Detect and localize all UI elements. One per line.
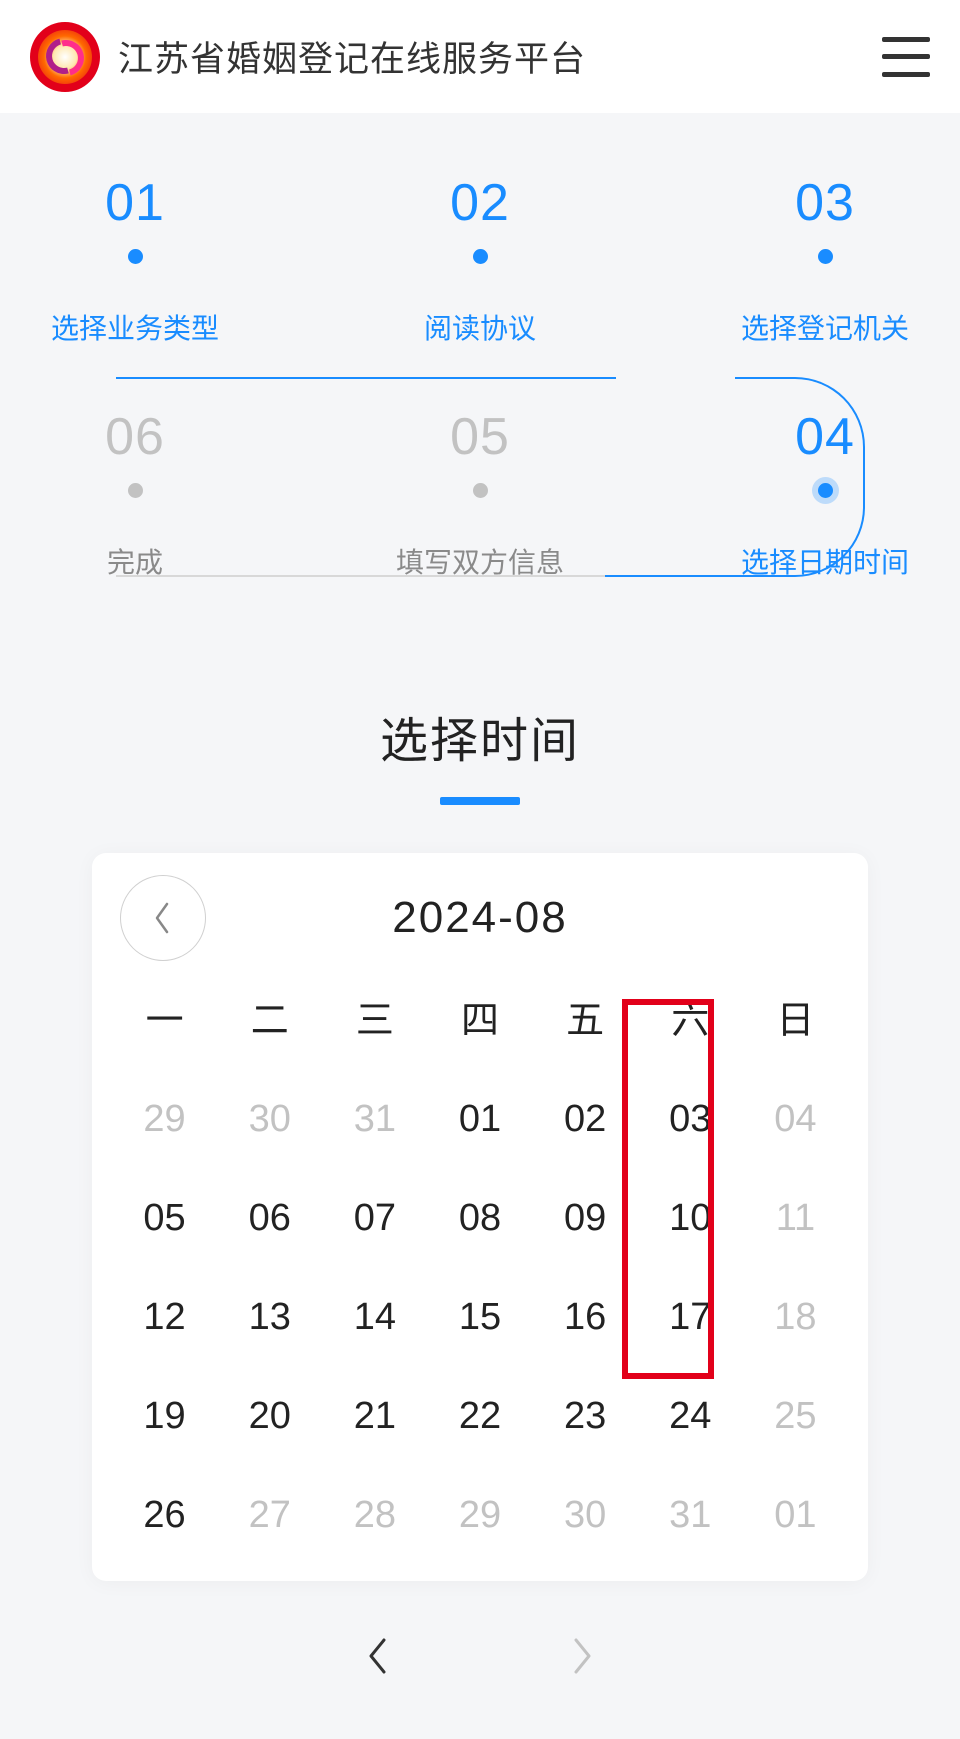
calendar-weekday-header: 日 (743, 977, 848, 1056)
calendar-day[interactable]: 26 (112, 1480, 217, 1551)
calendar-day[interactable]: 13 (217, 1282, 322, 1353)
calendar-day[interactable]: 22 (427, 1381, 532, 1452)
chevron-left-icon (153, 901, 173, 935)
calendar-day[interactable]: 20 (217, 1381, 322, 1452)
hamburger-menu-icon[interactable] (882, 37, 930, 77)
step-05: 05 填写双方信息 (385, 407, 575, 581)
calendar-day[interactable]: 14 (322, 1282, 427, 1353)
step-number: 05 (385, 407, 575, 467)
calendar-day: 29 (427, 1480, 532, 1551)
calendar-card: 2024-08 一二三四五六日2930310102030405060708091… (92, 853, 868, 1581)
calendar-header: 2024-08 (112, 893, 848, 943)
calendar-day[interactable]: 23 (533, 1381, 638, 1452)
calendar-day: 31 (638, 1480, 743, 1551)
step-connector-top (116, 377, 616, 379)
calendar-day[interactable]: 07 (322, 1183, 427, 1254)
calendar-day[interactable]: 16 (533, 1282, 638, 1353)
app-header: 江苏省婚姻登记在线服务平台 (0, 0, 960, 113)
step-04: 04 选择日期时间 (730, 407, 920, 581)
calendar-day: 29 (112, 1084, 217, 1155)
calendar-day[interactable]: 08 (427, 1183, 532, 1254)
step-number: 01 (40, 173, 230, 233)
steps-row-bottom: 06 完成 05 填写双方信息 04 选择日期时间 (0, 407, 960, 581)
calendar-day[interactable]: 15 (427, 1282, 532, 1353)
calendar-weekday-header: 五 (533, 977, 638, 1056)
step-02: 02 阅读协议 (385, 173, 575, 347)
calendar-day: 25 (743, 1381, 848, 1452)
calendar-month-label: 2024-08 (392, 893, 567, 943)
calendar-weekday-header: 二 (217, 977, 322, 1056)
step-dot-icon (128, 249, 143, 264)
step-06: 06 完成 (40, 407, 230, 581)
calendar-weekday-header: 三 (322, 977, 427, 1056)
step-connector-bottom-ext (605, 575, 735, 577)
step-dot-icon (473, 249, 488, 264)
calendar-day[interactable]: 10 (638, 1183, 743, 1254)
step-dot-icon (473, 483, 488, 498)
calendar-day[interactable]: 17 (638, 1282, 743, 1353)
calendar-weekday-header: 一 (112, 977, 217, 1056)
calendar-day: 11 (743, 1183, 848, 1254)
calendar-weekday-header: 六 (638, 977, 743, 1056)
chevron-left-icon (366, 1636, 390, 1676)
step-03: 03 选择登记机关 (730, 173, 920, 347)
calendar-day: 30 (533, 1480, 638, 1551)
calendar-day[interactable]: 12 (112, 1282, 217, 1353)
section-title: 选择时间 (0, 701, 960, 771)
step-dot-icon (818, 483, 833, 498)
step-number: 03 (730, 173, 920, 233)
step-01: 01 选择业务类型 (40, 173, 230, 347)
step-label: 阅读协议 (385, 307, 575, 347)
calendar-prev-month-button[interactable] (120, 875, 206, 961)
step-dot-icon (128, 483, 143, 498)
calendar-day: 04 (743, 1084, 848, 1155)
calendar-day[interactable]: 02 (533, 1084, 638, 1155)
calendar-day[interactable]: 05 (112, 1183, 217, 1254)
step-label: 填写双方信息 (385, 541, 575, 581)
calendar-day[interactable]: 21 (322, 1381, 427, 1452)
step-number: 02 (385, 173, 575, 233)
nav-next-button[interactable] (550, 1626, 614, 1697)
calendar-day[interactable]: 06 (217, 1183, 322, 1254)
step-number: 04 (730, 407, 920, 467)
calendar-day: 31 (322, 1084, 427, 1155)
section-header: 选择时间 (0, 701, 960, 805)
header-left: 江苏省婚姻登记在线服务平台 (30, 22, 586, 92)
progress-steps: 01 选择业务类型 02 阅读协议 03 选择登记机关 06 完成 05 填写双… (0, 113, 960, 581)
calendar-day[interactable]: 01 (427, 1084, 532, 1155)
app-title: 江苏省婚姻登记在线服务平台 (118, 31, 586, 82)
calendar-day[interactable]: 03 (638, 1084, 743, 1155)
calendar-weekday-header: 四 (427, 977, 532, 1056)
calendar-day[interactable]: 19 (112, 1381, 217, 1452)
calendar-day: 28 (322, 1480, 427, 1551)
step-label: 选择登记机关 (730, 307, 920, 347)
step-label: 选择日期时间 (730, 541, 920, 581)
nav-prev-button[interactable] (346, 1626, 410, 1697)
calendar-day: 18 (743, 1282, 848, 1353)
calendar-day: 27 (217, 1480, 322, 1551)
app-logo-icon (30, 22, 100, 92)
step-label: 选择业务类型 (40, 307, 230, 347)
step-dot-icon (818, 249, 833, 264)
calendar-grid: 一二三四五六日293031010203040506070809101112131… (112, 977, 848, 1551)
calendar-day: 30 (217, 1084, 322, 1155)
chevron-right-icon (570, 1636, 594, 1676)
calendar-day[interactable]: 24 (638, 1381, 743, 1452)
footer-nav (0, 1611, 960, 1711)
step-number: 06 (40, 407, 230, 467)
section-underline (440, 797, 520, 805)
step-label: 完成 (40, 541, 230, 581)
calendar-day[interactable]: 09 (533, 1183, 638, 1254)
calendar-day: 01 (743, 1480, 848, 1551)
steps-row-top: 01 选择业务类型 02 阅读协议 03 选择登记机关 (0, 173, 960, 347)
